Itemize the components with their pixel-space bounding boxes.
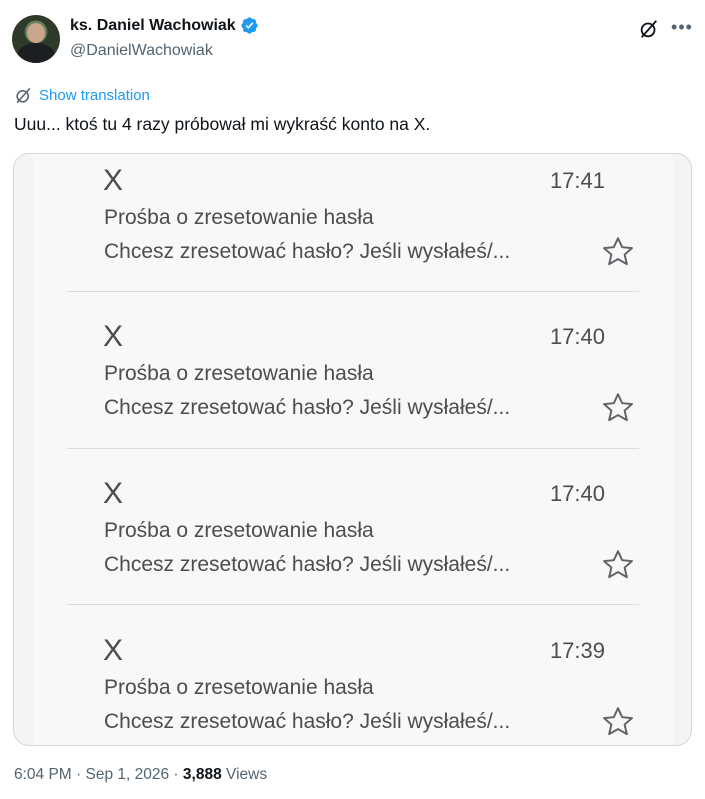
email-time: 17:39 [549,638,605,663]
email-subject: Prośba o zresetowanie hasła [104,676,374,699]
tweet-metadata: 6:04 PM · Sep 1, 2026 · 3,888 Views [14,766,267,784]
show-translation-label: Show translation [39,87,150,104]
separator: · [71,766,86,783]
email-subject: Prośba o zresetowanie hasła [104,519,374,542]
avatar-face [27,23,45,43]
views-label: Views [221,766,268,783]
tweet-time[interactable]: 6:04 PM [14,766,72,783]
author-name-row: ks. Daniel Wachowiak [70,16,259,35]
email-item: X 17:40 Prośba o zresetowanie hasła Chce… [33,310,673,466]
email-preview: Chcesz zresetować hasło? Jeśli wysłałeś/… [104,240,511,263]
tweet-media-image[interactable]: X 17:41 Prośba o zresetowanie hasła Chce… [13,153,692,746]
email-item: X 17:40 Prośba o zresetowanie hasła Chce… [33,467,673,623]
email-subject: Prośba o zresetowanie hasła [104,206,374,229]
email-divider [67,604,639,605]
email-divider [67,448,639,449]
author-handle[interactable]: @DanielWachowiak [70,42,213,60]
email-subject: Prośba o zresetowanie hasła [104,362,374,385]
email-sender: X [103,320,124,353]
author-display-name[interactable]: ks. Daniel Wachowiak [70,17,236,35]
avatar[interactable] [12,15,60,63]
email-sender: X [103,634,124,667]
email-item: X 17:41 Prośba o zresetowanie hasła Chce… [33,154,673,310]
email-time: 17:41 [549,168,605,193]
email-list-screenshot: X 17:41 Prośba o zresetowanie hasła Chce… [33,154,673,745]
email-preview: Chcesz zresetować hasło? Jeśli wysłałeś/… [104,553,511,576]
avatar-shoulders [17,43,55,63]
email-time: 17:40 [549,324,605,349]
star-icon [603,707,633,736]
star-icon [603,550,633,579]
translate-icon [16,87,31,104]
email-time: 17:40 [549,481,605,506]
verified-badge-icon [241,17,258,34]
more-icon[interactable]: ••• [670,16,694,40]
grok-icon[interactable] [638,18,660,40]
star-icon [603,237,633,266]
email-preview: Chcesz zresetować hasło? Jeśli wysłałeś/… [104,396,511,419]
separator: · [169,766,183,783]
email-preview: Chcesz zresetować hasło? Jeśli wysłałeś/… [104,710,511,733]
tweet-date[interactable]: Sep 1, 2026 [86,766,170,783]
email-item: X 17:39 Prośba o zresetowanie hasła Chce… [33,624,673,745]
show-translation-link[interactable]: Show translation [14,86,150,105]
star-icon [603,393,633,422]
views-count[interactable]: 3,888 [183,766,222,783]
tweet-text: Uuu... ktoś tu 4 razy próbował mi wykraś… [14,114,431,134]
email-sender: X [103,164,124,197]
email-sender: X [103,477,124,510]
email-divider [67,291,639,292]
